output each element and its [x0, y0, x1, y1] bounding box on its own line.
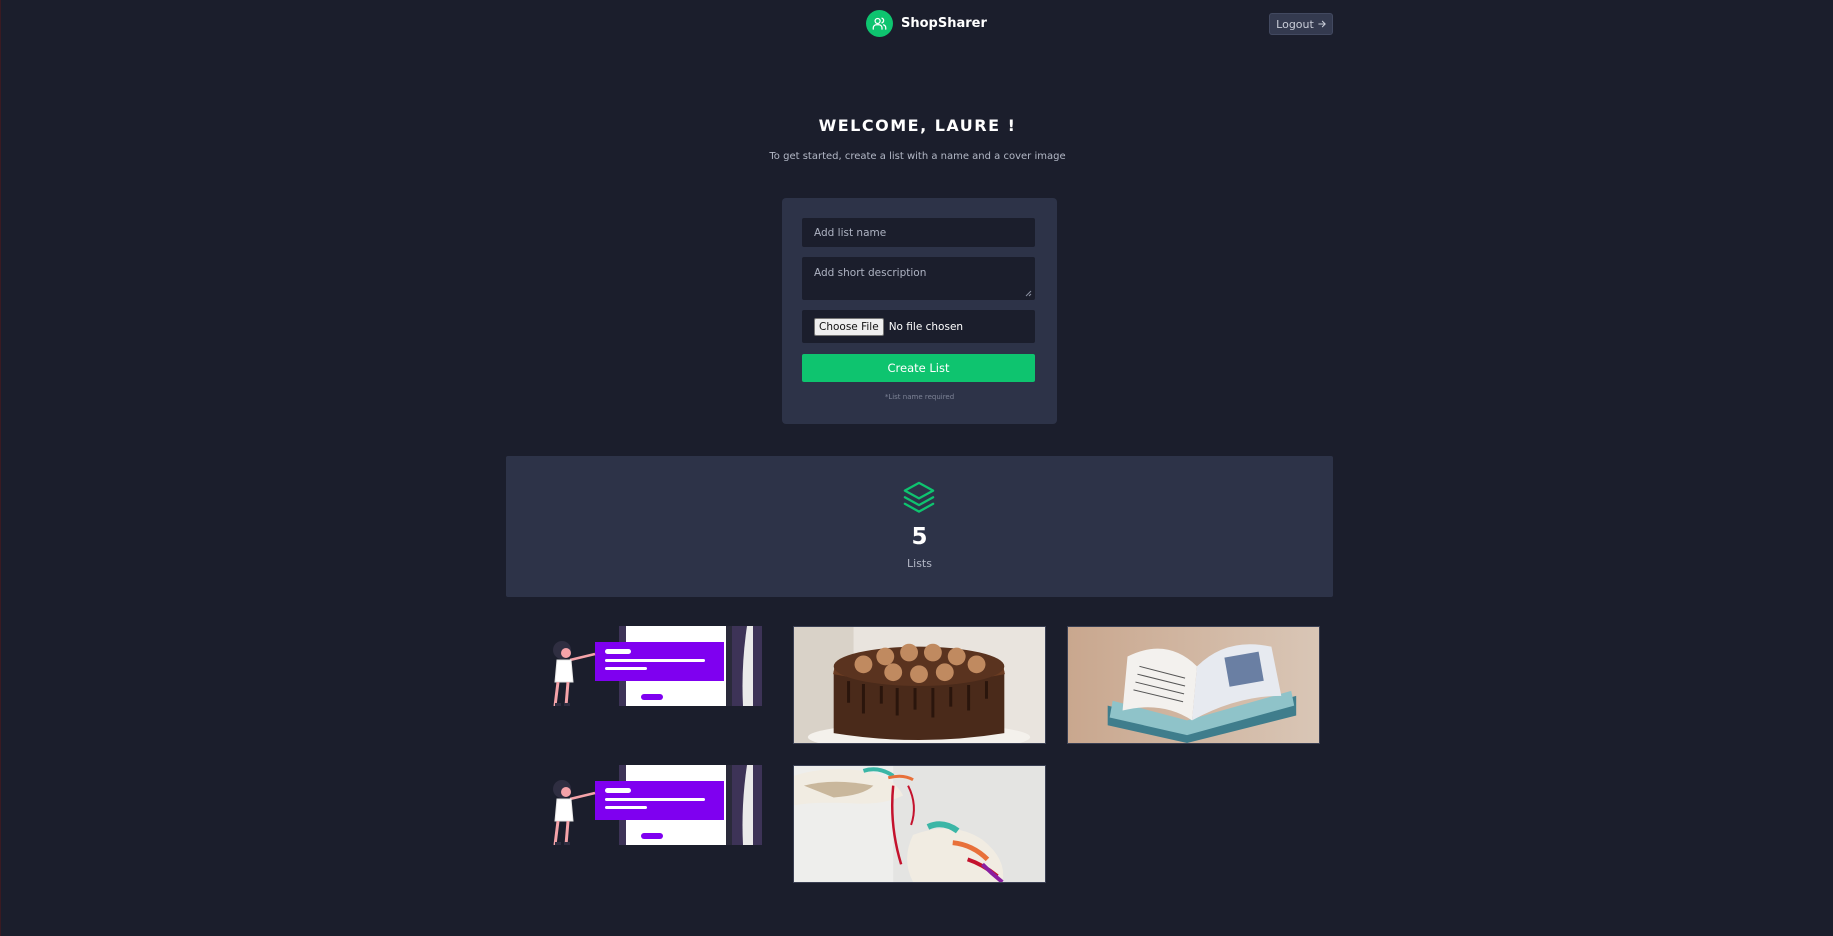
list-card[interactable]	[793, 626, 1046, 744]
list-name-placeholder: Add list name	[814, 227, 887, 239]
layers-icon	[903, 481, 935, 513]
illustration-person-presenting-image	[553, 626, 762, 706]
illustration-person-presenting-image	[553, 765, 762, 845]
logout-button[interactable]: Logout	[1269, 13, 1333, 35]
list-description-placeholder: Add short description	[814, 267, 927, 279]
lists-count-label: Lists	[907, 557, 932, 570]
welcome-subtitle: To get started, create a list with a nam…	[769, 151, 1066, 162]
create-list-form: Add list name Add short description Choo…	[782, 198, 1057, 424]
cover-image-file-input[interactable]: Choose File No file chosen	[802, 310, 1035, 343]
list-card[interactable]	[535, 626, 788, 706]
chocolate-cake-photo	[794, 627, 1045, 743]
file-status: No file chosen	[888, 320, 964, 333]
choose-file-button[interactable]: Choose File	[814, 317, 884, 336]
open-book-photo	[1068, 627, 1319, 743]
list-description-textarea[interactable]: Add short description	[802, 257, 1035, 300]
logout-label: Logout	[1276, 17, 1314, 31]
resize-handle-icon[interactable]	[1025, 290, 1032, 297]
required-hint: *List name required	[884, 393, 955, 401]
create-list-button[interactable]: Create List	[802, 354, 1035, 382]
list-card[interactable]	[793, 765, 1046, 883]
list-card[interactable]	[535, 765, 788, 845]
list-name-input[interactable]: Add list name	[802, 218, 1035, 247]
welcome-heading: WELCOME, LAURE !	[818, 116, 1017, 135]
lists-stats-card: 5 Lists	[506, 456, 1333, 597]
sneakers-photo	[794, 766, 1045, 882]
brand[interactable]: ShopSharer	[866, 10, 987, 37]
list-card[interactable]	[1067, 626, 1320, 744]
arrow-right-icon	[1318, 18, 1326, 31]
users-icon	[866, 10, 893, 37]
brand-name: ShopSharer	[901, 16, 987, 31]
lists-count: 5	[911, 524, 928, 550]
top-navbar: ShopSharer Logout	[1, 0, 1833, 48]
